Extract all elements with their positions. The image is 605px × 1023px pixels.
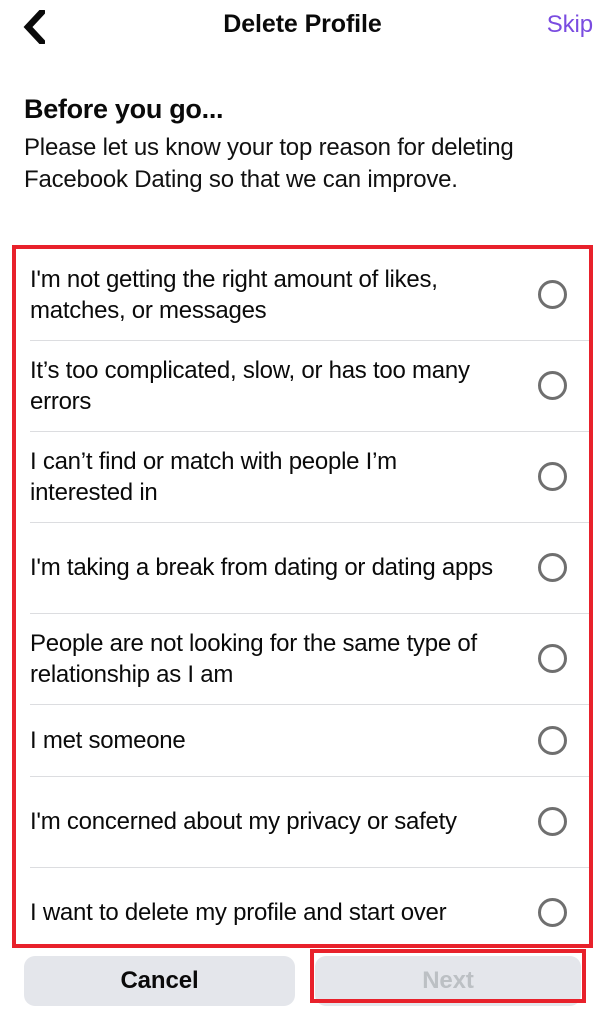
skip-link[interactable]: Skip	[547, 11, 593, 39]
reason-radio[interactable]	[538, 725, 567, 755]
app-header: Delete Profile Skip	[0, 0, 605, 56]
reason-radio[interactable]	[538, 898, 567, 927]
reason-label: I want to delete my profile and start ov…	[30, 899, 447, 926]
reason-label: I met someone	[30, 726, 186, 754]
reason-label: I'm taking a break from dating or dating…	[30, 554, 493, 581]
delete-profile-screen: Delete Profile Skip Before you go... Ple…	[0, 0, 605, 1023]
reason-row[interactable]: I met someone	[16, 704, 589, 776]
reason-row[interactable]: I'm concerned about my privacy or safety	[16, 776, 589, 867]
reason-label: People are not looking for the same type…	[30, 629, 477, 688]
reason-radio[interactable]	[538, 371, 567, 400]
cancel-button[interactable]: Cancel	[24, 956, 295, 1006]
reason-label: I'm not getting the right amount of like…	[30, 265, 438, 324]
reason-radio[interactable]	[538, 807, 567, 836]
reason-label: I can’t find or match with people I’m in…	[30, 447, 397, 506]
intro-heading: Before you go...	[24, 94, 224, 124]
reason-list: I'm not getting the right amount of like…	[16, 249, 589, 944]
footer-bar: Cancel Next	[0, 948, 605, 1023]
intro-body: Please let us know your top reason for d…	[24, 134, 514, 193]
reason-list-annotation: I'm not getting the right amount of like…	[12, 245, 593, 948]
reason-row[interactable]: I'm taking a break from dating or dating…	[16, 522, 589, 613]
reason-radio[interactable]	[538, 462, 567, 491]
reason-row[interactable]: It’s too complicated, slow, or has too m…	[16, 340, 589, 431]
reason-row[interactable]: I'm not getting the right amount of like…	[16, 249, 589, 340]
page-title: Delete Profile	[223, 10, 382, 38]
reason-label: I'm concerned about my privacy or safety	[30, 808, 457, 835]
reason-row[interactable]: I can’t find or match with people I’m in…	[16, 431, 589, 522]
reason-row[interactable]: People are not looking for the same type…	[16, 613, 589, 704]
reason-radio[interactable]	[538, 553, 567, 582]
reason-radio[interactable]	[538, 280, 567, 309]
reason-radio[interactable]	[538, 644, 567, 673]
reason-label: It’s too complicated, slow, or has too m…	[30, 356, 470, 415]
intro-block: Before you go... Please let us know your…	[24, 92, 564, 196]
next-button[interactable]: Next	[315, 956, 581, 1006]
reason-row[interactable]: I want to delete my profile and start ov…	[16, 867, 589, 944]
